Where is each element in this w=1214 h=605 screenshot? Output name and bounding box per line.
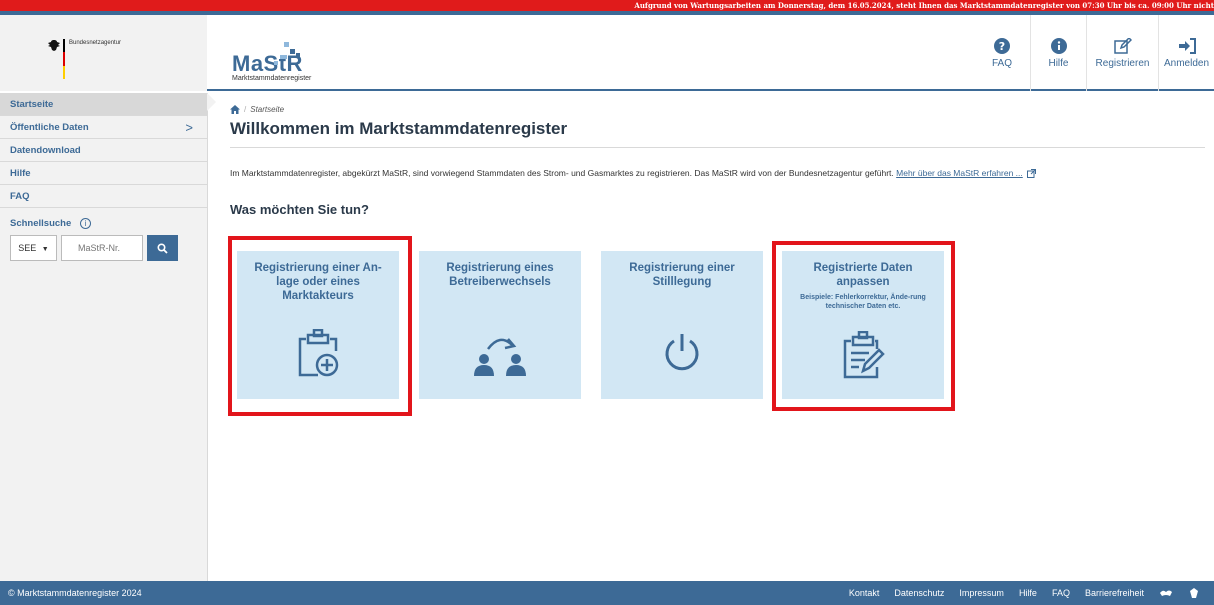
nav-anmelden[interactable]: Anmelden [1158, 15, 1214, 91]
agency-logo-area[interactable]: Bundesnetzagentur [0, 15, 207, 91]
search-type-select[interactable]: SEE ▼ [10, 235, 57, 261]
sidebar-divider [207, 93, 208, 581]
info-circle-icon [1050, 37, 1067, 54]
nav-registrieren[interactable]: Registrieren [1086, 15, 1158, 91]
breadcrumb-current: Startseite [250, 105, 285, 114]
active-item-caret [207, 93, 216, 111]
footer-copyright: © Marktstammdatenregister 2024 [8, 588, 142, 598]
footer-links: Kontakt Datenschutz Impressum Hilfe FAQ … [849, 581, 1200, 605]
page-title: Willkommen im Marktstammdatenregister [230, 119, 568, 138]
federal-eagle-icon [48, 40, 60, 51]
nav-hilfe[interactable]: Hilfe [1030, 15, 1086, 91]
search-type-value: SEE [18, 243, 37, 253]
footer-link-hilfe[interactable]: Hilfe [1019, 588, 1037, 598]
sign-in-icon [1178, 37, 1196, 54]
external-link-icon[interactable] [1026, 169, 1036, 179]
intro-body: Im Marktstammdatenregister, abgekürzt Ma… [230, 168, 897, 178]
sidebar-item-oeffentliche-daten[interactable]: Öffentliche Daten > [0, 116, 207, 139]
sidebar-item-datendownload[interactable]: Datendownload [0, 139, 207, 162]
intro-text: Im Marktstammdatenregister, abgekürzt Ma… [230, 168, 1210, 179]
quick-search-row: SEE ▼ [10, 235, 197, 261]
power-icon [665, 334, 699, 371]
tile-operator-change[interactable]: Registrierung eines Betreiberwechsels [419, 251, 581, 399]
quick-search-label: Schnellsuche [10, 218, 72, 229]
breadcrumb: / Startseite [230, 105, 1210, 114]
svg-text:?: ? [999, 40, 1005, 53]
users-swap-icon [474, 338, 526, 376]
sidebar-item-faq[interactable]: FAQ [0, 185, 207, 208]
quick-search: Schnellsuche i SEE ▼ [0, 208, 207, 271]
quick-search-heading: Schnellsuche i [10, 218, 197, 229]
sidebar-item-label: Hilfe [10, 168, 31, 179]
highlight-box [228, 236, 412, 416]
breadcrumb-separator: / [244, 105, 247, 114]
nav-anmelden-label: Anmelden [1163, 57, 1210, 69]
footer-link-impressum[interactable]: Impressum [959, 588, 1004, 598]
nav-hilfe-label: Hilfe [1048, 57, 1069, 69]
sidebar-item-startseite[interactable]: Startseite [0, 93, 207, 116]
logo-subtitle: Marktstammdatenregister [232, 75, 312, 82]
main-content: / Startseite Willkommen im Marktstammdat… [230, 93, 1210, 217]
agency-name: Bundesnetzagentur [69, 40, 122, 46]
sign-language-icon[interactable] [1159, 588, 1173, 598]
info-icon[interactable]: i [79, 218, 91, 229]
footer-link-faq[interactable]: FAQ [1052, 588, 1070, 598]
chevron-right-icon: > [185, 120, 193, 135]
question-circle-icon: ? [994, 37, 1010, 54]
german-flag-stripe [63, 39, 65, 79]
site-header: Bundesnetzagentur MaStR Marktstammdatenr… [0, 15, 1214, 91]
tile-decommission[interactable]: Registrierung einer Stilllegung [601, 251, 763, 399]
logo-dots-icon [274, 36, 305, 66]
site-footer: © Marktstammdatenregister 2024 Kontakt D… [0, 581, 1214, 605]
sidebar-item-label: Öffentliche Daten [10, 122, 89, 133]
sidebar-item-hilfe[interactable]: Hilfe [0, 162, 207, 185]
tile-title: Registrierung eines Betreiberwechsels [446, 262, 554, 288]
sidebar: Startseite Öffentliche Daten > Datendown… [0, 93, 207, 581]
nav-faq-label: FAQ [991, 57, 1012, 69]
sidebar-item-label: FAQ [10, 191, 30, 202]
edit-icon [1113, 37, 1132, 54]
nav-faq[interactable]: ? FAQ [974, 15, 1030, 91]
title-divider [230, 147, 1205, 148]
tile-title: Registrierung einer Stilllegung [629, 262, 735, 288]
section-heading: Was möchten Sie tun? [230, 202, 369, 218]
footer-link-barrierefreiheit[interactable]: Barrierefreiheit [1085, 588, 1144, 598]
caret-down-icon: ▼ [41, 246, 49, 253]
nav-registrieren-label: Registrieren [1095, 57, 1150, 69]
header-nav: ? FAQ Hilfe Registrieren Anmelden [974, 15, 1214, 91]
footer-link-kontakt[interactable]: Kontakt [849, 588, 880, 598]
footer-link-datenschutz[interactable]: Datenschutz [894, 588, 944, 598]
search-button[interactable] [147, 235, 178, 261]
search-icon [157, 242, 168, 254]
mastr-number-input[interactable] [61, 235, 143, 261]
more-about-mastr-link[interactable]: Mehr über das MaStR erfahren ... [896, 168, 1023, 178]
sidebar-item-label: Startseite [10, 99, 54, 110]
maintenance-banner: Aufgrund von Wartungsarbeiten am Donners… [0, 0, 1214, 11]
maintenance-banner-text: Aufgrund von Wartungsarbeiten am Donners… [634, 1, 1214, 10]
easy-language-icon[interactable] [1188, 587, 1200, 599]
sidebar-item-label: Datendownload [10, 145, 81, 156]
highlight-box [772, 241, 955, 411]
home-icon[interactable] [230, 105, 240, 114]
